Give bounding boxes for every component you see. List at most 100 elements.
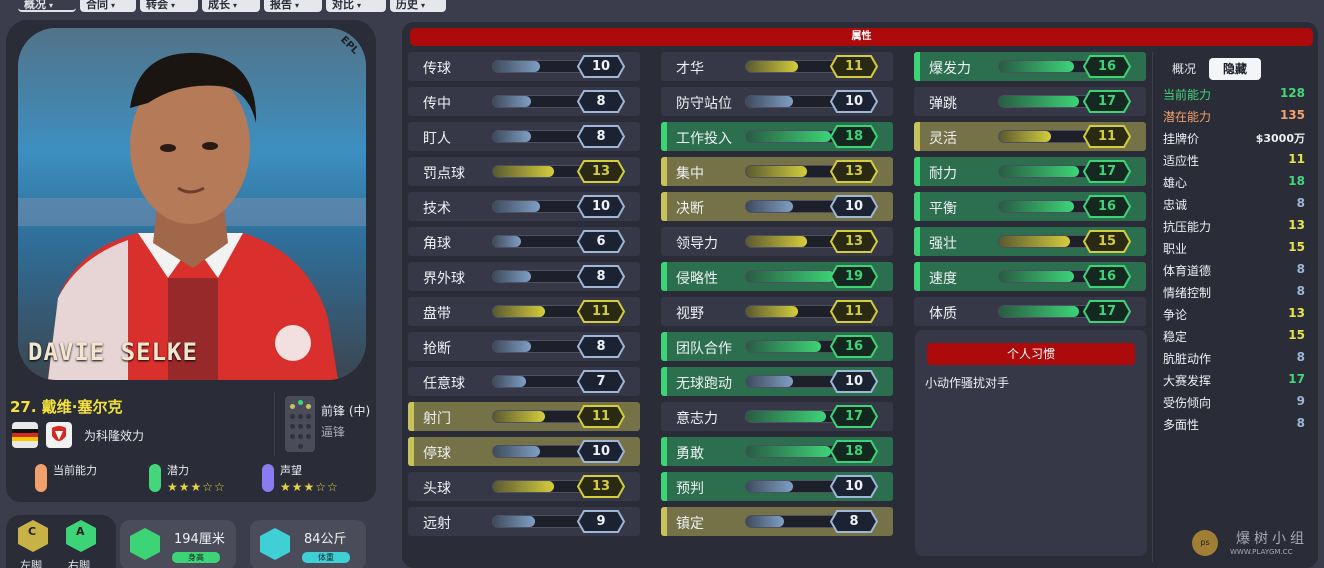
hidden-attr-row: 大赛发挥 17 [1163, 370, 1305, 390]
attr-row[interactable]: 盘带 11 [408, 297, 640, 326]
attr-row[interactable]: 侵略性 19 [661, 262, 893, 291]
hidden-attributes-column: 概况 隐藏 当前能力 128 潜在能力 135 挂牌价 $3000万 适应性 11 雄心 18 忠诚… [1152, 52, 1312, 562]
reputation-pill [262, 464, 274, 492]
club-label[interactable]: 为科隆效力 [84, 427, 144, 444]
attr-row[interactable]: 远射 9 [408, 507, 640, 536]
attr-row[interactable]: 射门 11 [408, 402, 640, 431]
attr-row[interactable]: 预判 10 [661, 472, 893, 501]
attr-row[interactable]: 罚点球 13 [408, 157, 640, 186]
weight-value: 84公斤 [304, 532, 347, 547]
attr-row[interactable]: 灵活 11 [914, 122, 1146, 151]
attr-value-badge: 11 [830, 55, 878, 78]
reputation-stars: ★★★☆☆ [280, 480, 339, 494]
tab-label: 概况 [24, 0, 46, 11]
attr-row[interactable]: 传球 10 [408, 52, 640, 81]
attr-row[interactable]: 速度 16 [914, 262, 1146, 291]
hidden-attr-value: 17 [1288, 372, 1305, 386]
attr-value: 19 [844, 269, 864, 284]
attr-bar [492, 480, 588, 493]
attr-row[interactable]: 防守站位 10 [661, 87, 893, 116]
attr-row[interactable]: 任意球 7 [408, 367, 640, 396]
attr-label: 角球 [423, 236, 451, 252]
attr-row[interactable]: 决断 10 [661, 192, 893, 221]
attr-bar-fill [999, 306, 1079, 317]
attr-value: 7 [596, 374, 606, 389]
attr-bar-fill [999, 201, 1075, 212]
attr-bar [745, 445, 841, 458]
attr-value-badge: 13 [577, 475, 625, 498]
club-crest-icon[interactable] [46, 422, 72, 448]
attr-value-badge: 8 [577, 90, 625, 113]
attr-row[interactable]: 传中 8 [408, 87, 640, 116]
attr-label: 抢断 [423, 341, 451, 357]
attr-row[interactable]: 停球 10 [408, 437, 640, 466]
attr-label: 防守站位 [676, 96, 732, 112]
attr-row[interactable]: 无球跑动 10 [661, 367, 893, 396]
attr-bar [998, 130, 1094, 143]
attr-label: 预判 [676, 481, 704, 497]
tab-3[interactable]: 成长 ▾ [202, 0, 260, 12]
attr-row[interactable]: 界外球 8 [408, 262, 640, 291]
attr-bar [492, 515, 588, 528]
player-card: EPL DAVIE SELKE 27. 戴维·塞尔克 为科隆效力 前锋 (中) … [6, 20, 376, 502]
attr-row[interactable]: 视野 11 [661, 297, 893, 326]
attr-row[interactable]: 领导力 13 [661, 227, 893, 256]
attr-bar [745, 60, 841, 73]
attr-value: 6 [596, 234, 606, 249]
attr-value-badge: 8 [577, 335, 625, 358]
attr-bar [745, 340, 841, 353]
tab-4[interactable]: 报告 ▾ [264, 0, 322, 12]
attr-label: 界外球 [423, 271, 465, 287]
tab-5[interactable]: 对比 ▾ [326, 0, 386, 12]
attr-row[interactable]: 勇敢 18 [661, 437, 893, 466]
attr-bar-fill [746, 516, 784, 527]
tab-overview[interactable]: 概况 [1159, 58, 1209, 80]
attr-row[interactable]: 头球 13 [408, 472, 640, 501]
attr-bar-fill [999, 61, 1075, 72]
attr-row[interactable]: 角球 6 [408, 227, 640, 256]
attr-bar [745, 480, 841, 493]
tab-6[interactable]: 历史 ▾ [390, 0, 446, 12]
chevron-down-icon: ▾ [111, 1, 116, 10]
attr-value: 17 [1097, 94, 1117, 109]
attr-row[interactable]: 盯人 8 [408, 122, 640, 151]
attr-row[interactable]: 平衡 16 [914, 192, 1146, 221]
attr-bar [998, 270, 1094, 283]
attr-row[interactable]: 弹跳 17 [914, 87, 1146, 116]
attr-row[interactable]: 体质 17 [914, 297, 1146, 326]
attr-row[interactable]: 意志力 17 [661, 402, 893, 431]
attr-row[interactable]: 技术 10 [408, 192, 640, 221]
hidden-attr-label: 挂牌价 [1163, 132, 1200, 146]
attr-value: 13 [844, 234, 864, 249]
tab-hidden[interactable]: 隐藏 [1209, 58, 1261, 80]
attr-bar [745, 515, 841, 528]
attr-row[interactable]: 抢断 8 [408, 332, 640, 361]
attr-bar [745, 95, 841, 108]
attr-row[interactable]: 爆发力 16 [914, 52, 1146, 81]
attr-value: 8 [596, 339, 606, 354]
tab-1[interactable]: 合同 ▾ [80, 0, 136, 12]
attr-bar [745, 410, 841, 423]
attr-row[interactable]: 团队合作 16 [661, 332, 893, 361]
attr-value: 18 [844, 444, 864, 459]
tab-2[interactable]: 转会 ▾ [140, 0, 198, 12]
attr-row[interactable]: 集中 13 [661, 157, 893, 186]
attr-bar-fill [493, 516, 536, 527]
attr-bar-fill [746, 96, 793, 107]
attr-row[interactable]: 耐力 17 [914, 157, 1146, 186]
attr-row[interactable]: 才华 11 [661, 52, 893, 81]
top-tab-bar: 概况 ▾ 合同 ▾ 转会 ▾ 成长 ▾ 报告 ▾ 对比 ▾ 历史 ▾ [0, 0, 1324, 16]
attr-value-badge: 10 [830, 370, 878, 393]
attr-row[interactable]: 强壮 15 [914, 227, 1146, 256]
attr-row[interactable]: 镇定 8 [661, 507, 893, 536]
attr-value: 16 [844, 339, 864, 354]
hidden-attr-value: 8 [1296, 350, 1305, 364]
hidden-attr-value: 8 [1296, 416, 1305, 430]
current-ability-pill [35, 464, 47, 492]
attr-label: 头球 [423, 481, 451, 497]
hidden-attr-label: 争论 [1163, 308, 1188, 322]
attr-value: 16 [1097, 59, 1117, 74]
attr-bar [492, 445, 588, 458]
tab-0[interactable]: 概况 ▾ [18, 0, 76, 12]
attr-row[interactable]: 工作投入 18 [661, 122, 893, 151]
